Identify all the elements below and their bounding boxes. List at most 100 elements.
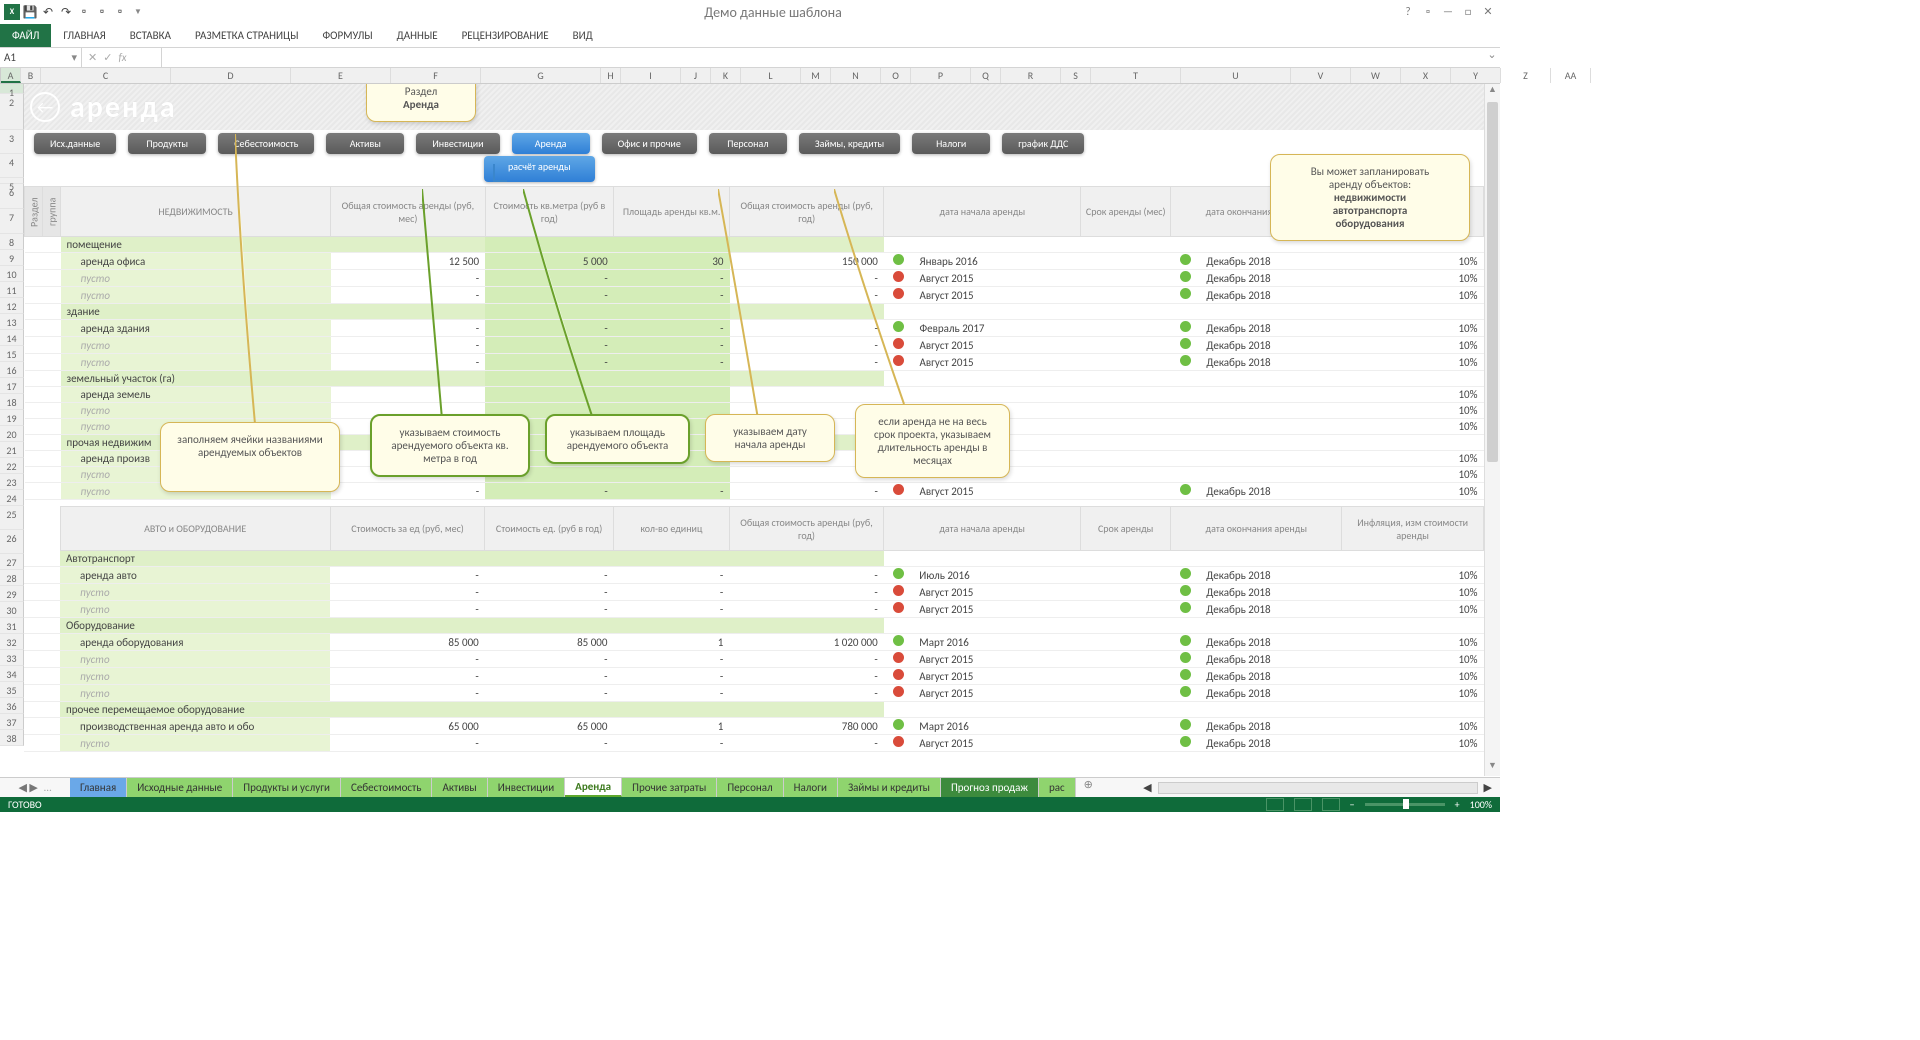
row-header[interactable]: 3 xyxy=(0,130,24,154)
cell[interactable]: - xyxy=(330,567,484,584)
cell[interactable]: - xyxy=(613,584,729,601)
view-layout-icon[interactable] xyxy=(1294,798,1312,811)
inflation[interactable]: 10% xyxy=(1342,584,1484,601)
sheet-tab[interactable]: Продукты и услуги xyxy=(233,778,341,797)
start-date[interactable]: Январь 2016 xyxy=(913,253,1080,270)
end-date[interactable]: Декабрь 2018 xyxy=(1200,354,1342,371)
column-header[interactable]: P xyxy=(911,68,971,83)
term[interactable] xyxy=(1081,287,1171,304)
row-header[interactable]: 22 xyxy=(0,458,24,474)
column-header[interactable]: X xyxy=(1401,68,1451,83)
row-header[interactable]: 1 xyxy=(0,84,24,94)
row-header[interactable]: 8 xyxy=(0,234,24,250)
inflation[interactable]: 10% xyxy=(1342,718,1484,735)
cell[interactable]: 30 xyxy=(614,253,730,270)
inflation[interactable]: 10% xyxy=(1342,354,1484,371)
term[interactable] xyxy=(1081,270,1171,287)
row-header[interactable]: 16 xyxy=(0,362,24,378)
row-header[interactable]: 10 xyxy=(0,266,24,282)
cell[interactable]: - xyxy=(613,668,729,685)
column-header[interactable]: F xyxy=(391,68,481,83)
column-header[interactable]: Y xyxy=(1451,68,1501,83)
cell[interactable]: - xyxy=(485,735,614,752)
end-date[interactable]: Декабрь 2018 xyxy=(1200,685,1342,702)
column-header[interactable]: R xyxy=(1001,68,1061,83)
inflation[interactable]: 10% xyxy=(1342,483,1484,500)
cell[interactable] xyxy=(614,467,730,483)
row-header[interactable]: 34 xyxy=(0,666,24,682)
ribbon-tab[interactable]: ГЛАВНАЯ xyxy=(51,24,117,47)
nav-button[interactable]: Персонал xyxy=(709,133,787,154)
row-header[interactable]: 35 xyxy=(0,682,24,698)
undo-icon[interactable]: ↶ xyxy=(40,4,56,20)
nav-button[interactable]: график ДДС xyxy=(1002,133,1084,154)
column-header[interactable]: S xyxy=(1061,68,1091,83)
view-normal-icon[interactable] xyxy=(1266,798,1284,811)
column-header[interactable]: U xyxy=(1181,68,1291,83)
term[interactable] xyxy=(1081,685,1171,702)
cell[interactable]: - xyxy=(729,584,883,601)
cell[interactable]: - xyxy=(485,668,614,685)
start-date[interactable]: Август 2015 xyxy=(913,354,1080,371)
new-sheet-button[interactable]: ⊕ xyxy=(1076,778,1101,797)
cell[interactable]: - xyxy=(330,668,484,685)
vertical-scrollbar[interactable]: ▲ ▼ xyxy=(1484,84,1500,776)
inflation[interactable]: 10% xyxy=(1342,651,1484,668)
start-date[interactable]: Июль 2016 xyxy=(913,567,1080,584)
item-name[interactable]: пусто xyxy=(60,735,330,752)
sheet-tab[interactable]: Прогноз продаж xyxy=(941,778,1039,797)
term[interactable] xyxy=(1081,253,1171,270)
qat-icon[interactable]: ▫ xyxy=(94,4,110,20)
sheet-tab[interactable]: Исходные данные xyxy=(127,778,233,797)
nav-button[interactable]: Продукты xyxy=(128,133,206,154)
term[interactable] xyxy=(1081,651,1171,668)
zoom-out-icon[interactable]: − xyxy=(1350,798,1355,811)
row-header[interactable]: 12 xyxy=(0,298,24,314)
column-header[interactable]: A xyxy=(1,68,21,83)
cell[interactable]: - xyxy=(729,651,883,668)
term[interactable] xyxy=(1081,668,1171,685)
cell[interactable]: - xyxy=(485,567,614,584)
view-break-icon[interactable] xyxy=(1322,798,1340,811)
row-header[interactable]: 28 xyxy=(0,570,24,586)
column-header[interactable]: W xyxy=(1351,68,1401,83)
inflation[interactable]: 10% xyxy=(1342,403,1484,419)
column-header[interactable]: C xyxy=(41,68,171,83)
row-header[interactable]: 14 xyxy=(0,330,24,346)
term[interactable] xyxy=(1081,403,1171,419)
sheet-tab[interactable]: Налоги xyxy=(784,778,838,797)
cell[interactable]: - xyxy=(613,567,729,584)
column-header[interactable]: O xyxy=(881,68,911,83)
column-header[interactable]: N xyxy=(831,68,881,83)
fx-icon[interactable]: fx xyxy=(118,51,126,64)
cell[interactable]: - xyxy=(729,685,883,702)
start-date[interactable]: Август 2015 xyxy=(913,483,1080,500)
cell[interactable]: - xyxy=(614,354,730,371)
ribbon-tab[interactable]: РЕЦЕНЗИРОВАНИЕ xyxy=(450,24,561,47)
item-name[interactable]: пусто xyxy=(60,668,330,685)
row-header[interactable]: 9 xyxy=(0,250,24,266)
cell[interactable]: - xyxy=(729,735,883,752)
term[interactable] xyxy=(1081,354,1171,371)
zoom-slider[interactable] xyxy=(1365,803,1445,806)
row-header[interactable]: 36 xyxy=(0,698,24,714)
row-header[interactable]: 27 xyxy=(0,554,24,570)
row-header[interactable]: 29 xyxy=(0,586,24,602)
nav-button[interactable]: Офис и прочие xyxy=(602,133,697,154)
name-box-dropdown-icon[interactable]: ▾ xyxy=(71,51,77,64)
cell[interactable]: 85 000 xyxy=(330,634,484,651)
sheet-tab[interactable]: Займы и кредиты xyxy=(838,778,941,797)
inflation[interactable]: 10% xyxy=(1342,601,1484,618)
inflation[interactable]: 10% xyxy=(1342,320,1484,337)
start-date[interactable]: Август 2015 xyxy=(913,685,1080,702)
column-header[interactable]: Q xyxy=(971,68,1001,83)
sheet-tab[interactable]: Активы xyxy=(432,778,487,797)
sheet-tab[interactable]: Инвестиции xyxy=(488,778,565,797)
cell[interactable]: - xyxy=(613,651,729,668)
qat-dropdown-icon[interactable]: ▼ xyxy=(130,4,146,20)
cell[interactable] xyxy=(614,387,730,403)
cell[interactable]: - xyxy=(729,601,883,618)
row-header[interactable]: 2 xyxy=(0,94,24,130)
worksheet[interactable]: 1234567891011121314151617181920212223242… xyxy=(0,84,1500,794)
maximize-icon[interactable]: □ xyxy=(1460,4,1476,20)
